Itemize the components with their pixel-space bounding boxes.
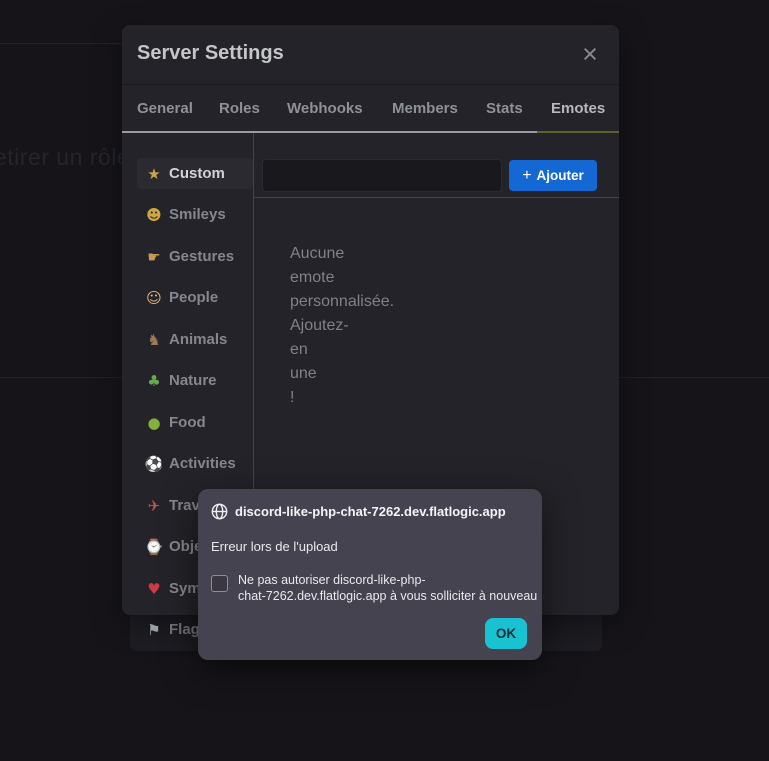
page: etirer un rôle. Server Settings × Genera… [0, 0, 769, 761]
animal-icon: ♞ [142, 331, 166, 349]
sidebar-item-label: Custom [169, 165, 225, 182]
empty-state-line: une [290, 362, 420, 386]
sidebar-item-activities[interactable]: ⚽ Activities [137, 448, 253, 479]
car-icon: ✈ [142, 497, 166, 515]
empty-state-line: emote [290, 266, 420, 290]
checkbox-label-line: Ne pas autoriser discord-like-php- [238, 572, 538, 588]
plus-icon: + [522, 168, 531, 184]
empty-state-line: Aucune [290, 242, 420, 266]
add-emote-button[interactable]: + Ajouter [509, 160, 597, 191]
hand-gesture-icon: ☛ [142, 248, 166, 266]
empty-state-message: Aucune emote personnalisée. Ajoutez- en … [290, 242, 420, 410]
sidebar-item-label: Animals [169, 331, 227, 348]
dont-allow-checkbox[interactable] [211, 575, 228, 592]
globe-icon [211, 503, 228, 520]
tab-roles[interactable]: Roles [219, 100, 260, 117]
sidebar-item-nature[interactable]: ♣ Nature [137, 365, 253, 396]
settings-tabbar: General Roles Webhooks Members Stats Emo… [122, 86, 619, 133]
checkbox-label-line: chat-7262.dev.flatlogic.app à vous solli… [238, 588, 538, 604]
sidebar-item-label: Activities [169, 455, 236, 472]
ok-button[interactable]: OK [485, 618, 527, 649]
tabbar-underline [122, 131, 537, 133]
empty-state-line: Ajoutez- [290, 314, 420, 338]
dialog-site-domain: discord-like-php-chat-7262.dev.flatlogic… [235, 504, 506, 519]
emote-name-input[interactable] [262, 159, 502, 192]
background-divider [619, 377, 769, 378]
tab-emotes[interactable]: Emotes [551, 100, 605, 117]
star-icon: ★ [142, 165, 166, 183]
sidebar-item-custom[interactable]: ★ Custom [137, 158, 253, 189]
sidebar-item-food[interactable]: ● Food [137, 407, 253, 438]
person-face-icon: ☺ [142, 289, 166, 307]
background-divider [0, 377, 122, 378]
heart-icon: ♥ [142, 580, 166, 598]
close-icon[interactable]: × [574, 37, 606, 71]
tab-stats[interactable]: Stats [486, 100, 523, 117]
tab-webhooks[interactable]: Webhooks [287, 100, 363, 117]
empty-state-line: personnalisée. [290, 290, 420, 314]
add-emote-button-label: Ajouter [537, 168, 584, 183]
active-tab-underline [537, 131, 619, 133]
browser-alert-dialog: discord-like-php-chat-7262.dev.flatlogic… [198, 489, 542, 660]
sidebar-item-smileys[interactable]: ☻ Smileys [137, 199, 253, 230]
sidebar-item-people[interactable]: ☺ People [137, 282, 253, 313]
sidebar-item-label: Food [169, 414, 206, 431]
sidebar-item-label: Nature [169, 372, 217, 389]
modal-header: Server Settings × [122, 25, 619, 85]
modal-title: Server Settings [137, 42, 284, 65]
watch-icon: ⌚ [142, 538, 166, 556]
background-dimmed-text: etirer un rôle. [0, 144, 137, 171]
tab-members[interactable]: Members [392, 100, 458, 117]
empty-state-line: ! [290, 386, 420, 410]
flag-icon: ⚑ [142, 621, 166, 639]
soccer-ball-icon: ⚽ [142, 455, 166, 473]
background-divider [0, 43, 122, 44]
apple-icon: ● [142, 414, 166, 432]
content-divider [253, 197, 619, 198]
smiley-icon: ☻ [142, 206, 166, 224]
tab-general[interactable]: General [137, 100, 193, 117]
sidebar-item-label: Smileys [169, 206, 226, 223]
sidebar-item-gestures[interactable]: ☛ Gestures [137, 241, 253, 272]
sidebar-item-animals[interactable]: ♞ Animals [137, 324, 253, 355]
sidebar-item-label: Gestures [169, 248, 234, 265]
sidebar-item-label: People [169, 289, 218, 306]
dialog-header: discord-like-php-chat-7262.dev.flatlogic… [211, 503, 506, 520]
plant-icon: ♣ [142, 372, 166, 390]
empty-state-line: en [290, 338, 420, 362]
dialog-message: Erreur lors de l'upload [211, 539, 338, 554]
dont-allow-checkbox-label[interactable]: Ne pas autoriser discord-like-php- chat-… [238, 572, 538, 604]
